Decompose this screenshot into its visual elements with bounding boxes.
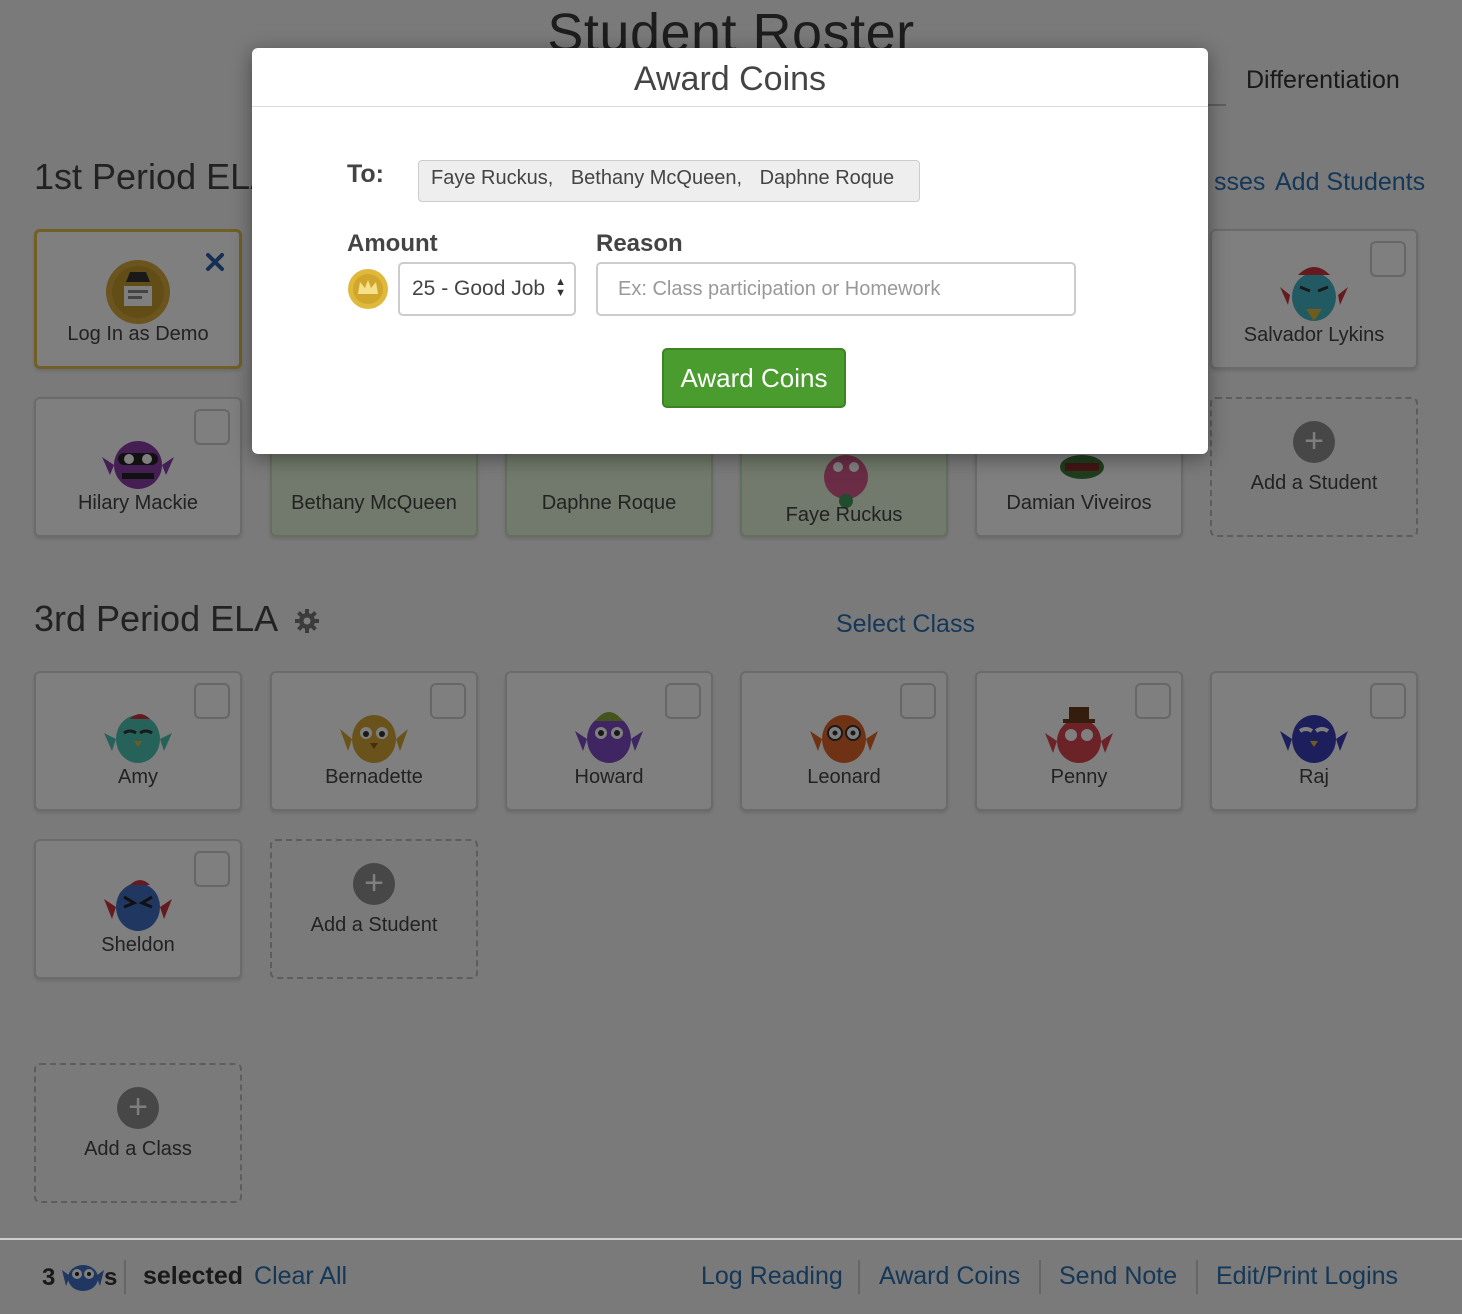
to-label: To: bbox=[347, 160, 385, 188]
recipient-name: Bethany McQueen, bbox=[570, 167, 743, 189]
reason-input[interactable] bbox=[596, 262, 1076, 316]
amount-value: 25 - Good Job bbox=[412, 277, 546, 300]
amount-select[interactable]: 25 - Good Job ▲ ▼ bbox=[398, 262, 576, 316]
bar-backdrop bbox=[0, 1240, 1462, 1314]
amount-label: Amount bbox=[347, 230, 438, 257]
select-arrows-icon: ▲ ▼ bbox=[555, 276, 566, 299]
recipient-name: Daphne Roque bbox=[759, 167, 895, 189]
award-coins-modal: Award Coins To: Faye Ruckus, Bethany McQ… bbox=[252, 48, 1208, 454]
award-coins-button[interactable]: Award Coins bbox=[662, 348, 846, 408]
coin-icon bbox=[348, 269, 388, 309]
recipient-name: Faye Ruckus, bbox=[431, 167, 554, 189]
reason-label: Reason bbox=[596, 230, 683, 257]
selection-bar: 3 s selected Clear All Log Reading Award… bbox=[0, 1238, 1462, 1314]
modal-title: Award Coins bbox=[252, 48, 1208, 107]
recipients-field: Faye Ruckus, Bethany McQueen, Daphne Roq… bbox=[418, 160, 920, 202]
